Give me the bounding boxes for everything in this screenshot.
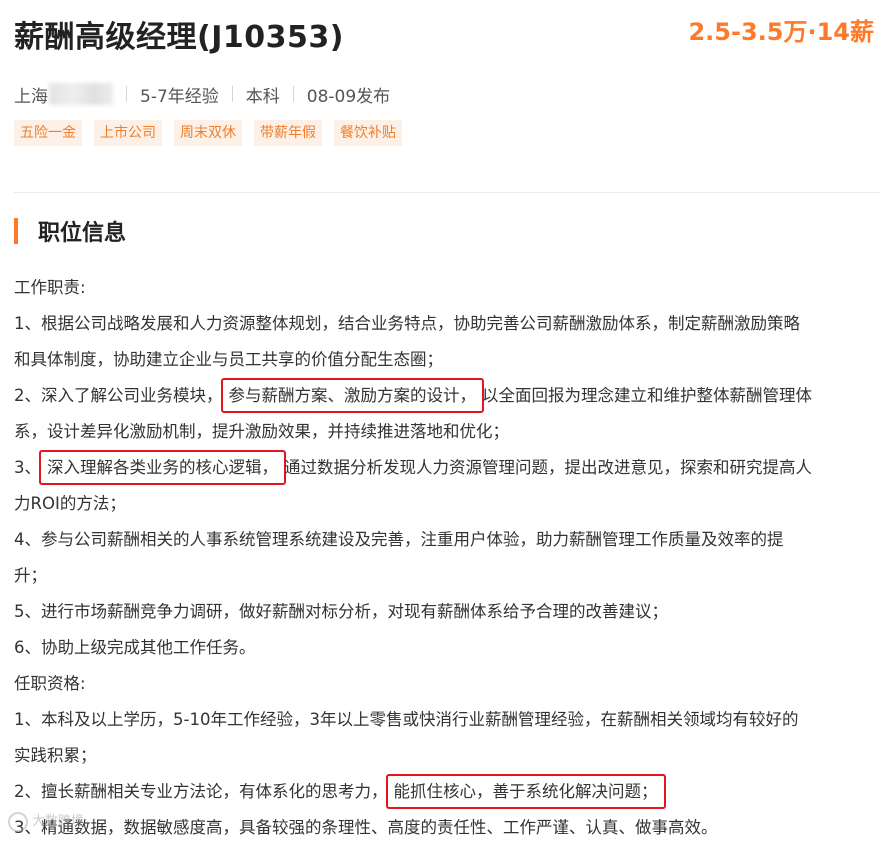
description-line: 3、精通数据，数据敏感度高，具备较强的条理性、高度的责任性、工作严谨、认真、做事… <box>14 816 880 852</box>
description-text: 3、 <box>14 458 41 477</box>
highlight-box-text: 能抓住核心，善于系统化解决问题； <box>385 774 666 809</box>
description-line: 1、本科及以上学历，5-10年工作经验，3年以上零售或快消行业薪酬管理经验，在薪… <box>14 708 880 744</box>
education-text: 本科 <box>245 86 280 107</box>
description-text: 任职资格: <box>14 674 86 693</box>
description-text: 6、协助上级完成其他工作任务。 <box>14 638 256 657</box>
description-text: 4、参与公司薪酬相关的人事系统管理系统建设及完善，注重用户体验，助力薪酬管理工作… <box>14 530 784 549</box>
salary-range: 2.5-3.5万·14薪 <box>688 18 874 46</box>
section-accent-bar <box>14 218 18 244</box>
posted-date-text: 08-09发布 <box>306 86 391 107</box>
benefit-tag: 带薪年假 <box>254 120 322 146</box>
description-text: 5、进行市场薪酬竞争力调研，做好薪酬对标分析，对现有薪酬体系给予合理的改善建议； <box>14 602 668 621</box>
description-line: 1、根据公司战略发展和人力资源整体规划，结合业务特点，协助完善公司薪酬激励体系，… <box>14 312 880 348</box>
watermark: 大数跨境 <box>8 810 84 832</box>
description-line: 2、擅长薪酬相关专业方法论，有体系化的思考力， 能抓住核心，善于系统化解决问题； <box>14 774 880 816</box>
benefit-tag: 周末双休 <box>174 120 242 146</box>
description-text: 工作职责: <box>14 278 86 297</box>
watermark-logo-icon <box>8 811 28 832</box>
meta-divider <box>292 86 294 102</box>
benefit-tag: 五险一金 <box>14 120 82 146</box>
section-title: 职位信息 <box>38 221 127 246</box>
header-divider <box>14 192 880 193</box>
description-line: 升； <box>14 564 880 600</box>
description-text: 系，设计差异化激励机制，提升激励效果，并持续推进落地和优化； <box>14 422 509 441</box>
description-text: 通过数据分析发现人力资源管理问题，提出改进意见，探索和研究提高人 <box>284 458 812 477</box>
description-text: 和具体制度，协助建立企业与员工共享的价值分配生态圈； <box>14 350 443 369</box>
section-header: 职位信息 <box>14 216 126 246</box>
description-line: 6、协助上级完成其他工作任务。 <box>14 636 880 672</box>
location-text: 上海 <box>14 86 48 107</box>
description-text: 3、精通数据，数据敏感度高，具备较强的条理性、高度的责任性、工作严谨、认真、做事… <box>14 818 718 837</box>
description-text: 1、本科及以上学历，5-10年工作经验，3年以上零售或快消行业薪酬管理经验，在薪… <box>14 710 799 729</box>
description-line: 力ROI的方法； <box>14 492 880 528</box>
highlight-box-text: 深入理解各类业务的核心逻辑， <box>39 450 286 485</box>
job-description: 工作职责: 1、根据公司战略发展和人力资源整体规划，结合业务特点，协助完善公司薪酬… <box>14 276 880 852</box>
benefit-tag: 上市公司 <box>94 120 162 146</box>
description-text: 2、深入了解公司业务模块， <box>14 386 223 405</box>
benefit-tags: 五险一金 上市公司 周末双休 带薪年假 餐饮补贴 <box>14 120 402 146</box>
job-meta-row: 上海 5-7年经验 本科 08-09发布 <box>14 82 391 107</box>
description-line: 4、参与公司薪酬相关的人事系统管理系统建设及完善，注重用户体验，助力薪酬管理工作… <box>14 528 880 564</box>
description-text: 以全面回报为理念建立和维护整体薪酬管理体 <box>482 386 812 405</box>
description-line: 2、深入了解公司业务模块， 参与薪酬方案、激励方案的设计， 以全面回报为理念建立和维… <box>14 378 880 420</box>
description-text: 2、擅长薪酬相关专业方法论，有体系化的思考力， <box>14 782 388 801</box>
job-title: 薪酬高级经理(J10353) <box>14 20 344 55</box>
meta-divider <box>126 86 127 102</box>
description-text: 实践积累； <box>14 746 97 765</box>
description-line: 3、 深入理解各类业务的核心逻辑， 通过数据分析发现人力资源管理问题，提出改进意见，… <box>14 450 880 492</box>
location-blur <box>49 83 113 105</box>
description-text: 升； <box>14 566 47 585</box>
experience-text: 5-7年经验 <box>140 86 219 107</box>
highlight-box-text: 参与薪酬方案、激励方案的设计， <box>220 378 484 413</box>
description-line: 任职资格: <box>14 672 880 708</box>
benefit-tag: 餐饮补贴 <box>334 120 402 146</box>
description-line: 工作职责: <box>14 276 880 312</box>
description-line: 5、进行市场薪酬竞争力调研，做好薪酬对标分析，对现有薪酬体系给予合理的改善建议； <box>14 600 880 636</box>
description-text: 力ROI的方法； <box>14 494 126 513</box>
description-text: 1、根据公司战略发展和人力资源整体规划，结合业务特点，协助完善公司薪酬激励体系，… <box>14 314 800 333</box>
meta-divider <box>231 86 233 102</box>
watermark-text: 大数跨境 <box>32 814 85 829</box>
